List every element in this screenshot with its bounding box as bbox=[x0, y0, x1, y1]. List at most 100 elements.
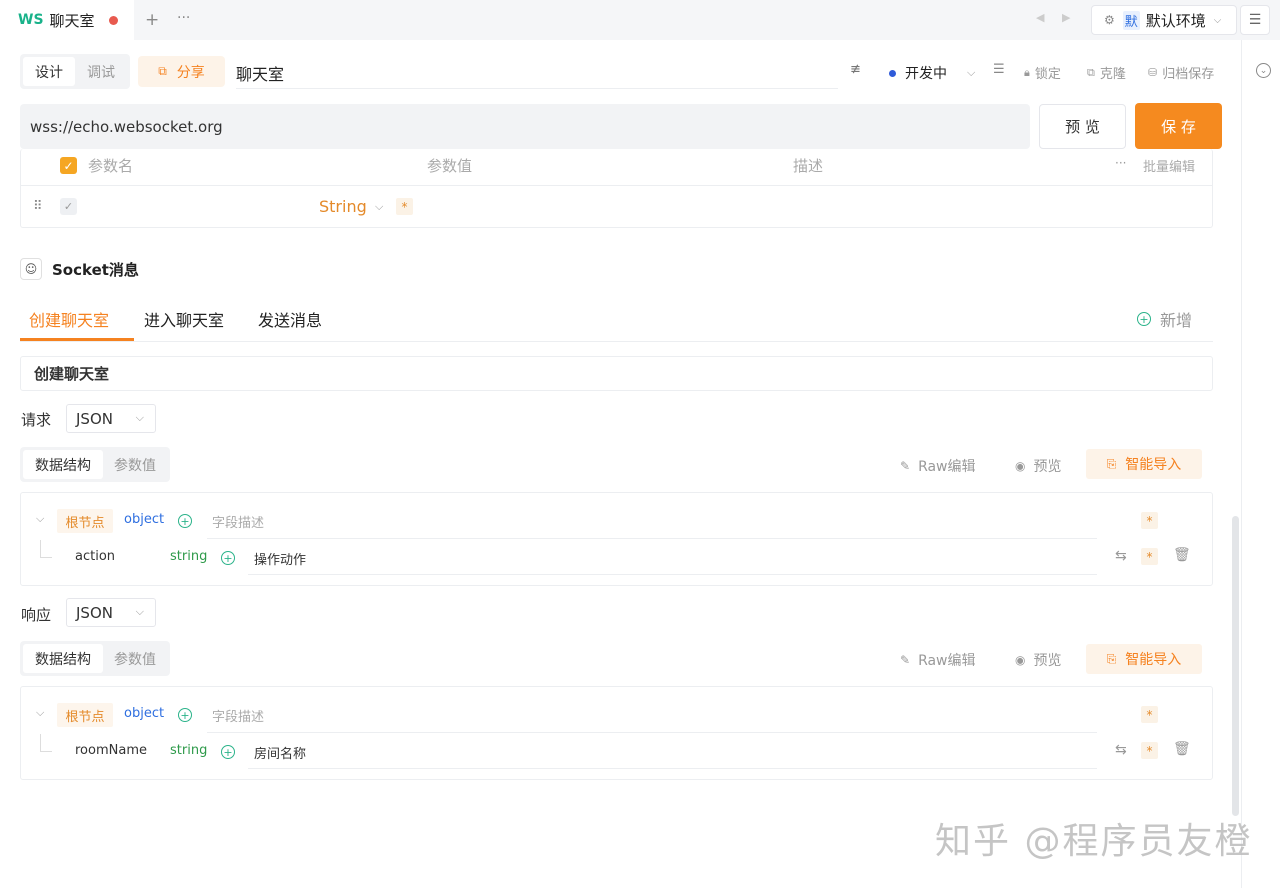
api-name[interactable]: 聊天室 bbox=[236, 61, 284, 85]
col-param-value: 参数值 bbox=[427, 157, 473, 175]
root-type[interactable]: object bbox=[124, 706, 164, 721]
field-desc[interactable]: 房间名称 bbox=[254, 743, 306, 762]
response-format-value: JSON bbox=[76, 603, 113, 622]
field-desc-underline bbox=[248, 574, 1097, 575]
tab-enter-room[interactable]: 进入聊天室 bbox=[144, 307, 224, 331]
tab-chatroom[interactable]: WS 聊天室 bbox=[0, 0, 134, 40]
batch-edit-button[interactable]: 批量编辑 bbox=[1143, 156, 1195, 175]
required-toggle[interactable]: * bbox=[396, 198, 413, 215]
request-raw-label: Raw编辑 bbox=[918, 459, 976, 475]
sidebar-toggle-icon[interactable]: ⌄ bbox=[1256, 63, 1271, 78]
share-icon: ⧉ bbox=[158, 64, 167, 78]
clone-icon: ⧉ bbox=[1087, 65, 1095, 79]
tree-connector bbox=[40, 540, 52, 558]
eye-icon: ◉ bbox=[1015, 653, 1026, 667]
add-tab-icon[interactable]: + bbox=[145, 10, 159, 30]
select-all-checkbox[interactable]: ✓ bbox=[60, 157, 77, 174]
tab-bar: WS 聊天室 + ··· ◀ ▶ ⚙ 默 默认环境 ⌵ ☰ bbox=[0, 0, 1280, 40]
required-toggle[interactable]: * bbox=[1141, 512, 1158, 529]
field-desc[interactable]: 操作动作 bbox=[254, 549, 306, 568]
tab-send-message[interactable]: 发送消息 bbox=[258, 307, 322, 331]
lock-label: 锁定 bbox=[1034, 67, 1061, 82]
message-name-input[interactable]: 创建聊天室 bbox=[20, 356, 1213, 391]
required-toggle[interactable]: * bbox=[1141, 742, 1158, 759]
response-format-select[interactable]: JSON ⌵ bbox=[66, 598, 156, 627]
drag-handle-icon[interactable]: ⠿ bbox=[33, 199, 43, 214]
clone-button[interactable]: ⧉ 克隆 bbox=[1087, 63, 1126, 83]
field-name[interactable]: roomName bbox=[75, 743, 147, 758]
delete-icon[interactable]: 🗑︎ bbox=[1173, 741, 1191, 757]
eye-icon: ◉ bbox=[1015, 459, 1026, 473]
field-name[interactable]: action bbox=[75, 549, 115, 564]
request-format-select[interactable]: JSON ⌵ bbox=[66, 404, 156, 433]
response-smart-import-button[interactable]: ⎘ 智能导入 bbox=[1086, 644, 1202, 674]
chevron-down-icon: ⌵ bbox=[1213, 14, 1222, 26]
clone-label: 克隆 bbox=[1099, 67, 1126, 82]
col-param-desc: 描述 bbox=[793, 157, 824, 175]
lock-icon: 🔒︎ bbox=[1024, 65, 1030, 79]
response-smart-label: 智能导入 bbox=[1125, 652, 1182, 668]
prev-tab-icon[interactable]: ◀ bbox=[1036, 11, 1044, 24]
import-icon: ⎘ bbox=[1106, 651, 1117, 666]
mode-debug[interactable]: 调试 bbox=[75, 57, 127, 86]
more-tabs-icon[interactable]: ··· bbox=[177, 10, 190, 26]
share-button[interactable]: ⧉ 分享 bbox=[138, 56, 225, 87]
mode-design[interactable]: 设计 bbox=[23, 57, 75, 86]
root-type[interactable]: object bbox=[124, 512, 164, 527]
swap-icon[interactable]: ⇆ bbox=[1115, 742, 1127, 758]
add-message-button[interactable]: + 新增 bbox=[1137, 307, 1192, 331]
tab-create-room[interactable]: 创建聊天室 bbox=[29, 307, 109, 331]
response-label: 响应 bbox=[21, 606, 52, 624]
request-smart-label: 智能导入 bbox=[1125, 457, 1182, 473]
field-type[interactable]: string bbox=[170, 743, 207, 758]
response-preview-label: 预览 bbox=[1033, 653, 1062, 669]
request-values-tab[interactable]: 参数值 bbox=[103, 450, 167, 479]
delete-icon[interactable]: 🗑︎ bbox=[1173, 547, 1191, 563]
chevron-down-icon: ⌵ bbox=[135, 605, 144, 618]
next-tab-icon[interactable]: ▶ bbox=[1062, 11, 1070, 24]
url-input[interactable]: wss://echo.websocket.org bbox=[20, 104, 1030, 149]
field-type[interactable]: string bbox=[170, 549, 207, 564]
request-raw-edit-button[interactable]: ✎ Raw编辑 bbox=[900, 456, 976, 476]
add-sibling-icon[interactable]: + bbox=[221, 745, 235, 759]
status-label: 开发中 bbox=[905, 66, 947, 82]
param-type[interactable]: String bbox=[319, 197, 367, 216]
scrollbar[interactable] bbox=[1232, 516, 1239, 816]
required-toggle[interactable]: * bbox=[1141, 706, 1158, 723]
response-raw-edit-button[interactable]: ✎ Raw编辑 bbox=[900, 650, 976, 670]
add-child-icon[interactable]: + bbox=[178, 708, 192, 722]
save-button[interactable]: 保 存 bbox=[1135, 103, 1222, 149]
request-smart-import-button[interactable]: ⎘ 智能导入 bbox=[1086, 449, 1202, 479]
row-checkbox[interactable]: ✓ bbox=[60, 198, 77, 215]
import-icon: ⎘ bbox=[1106, 456, 1117, 471]
collapse-icon[interactable]: ⌵ bbox=[36, 706, 44, 720]
edit-icon: ✎ bbox=[900, 459, 911, 473]
response-values-tab[interactable]: 参数值 bbox=[103, 644, 167, 673]
settings-icon: ⚙ bbox=[1104, 13, 1115, 27]
root-desc-input[interactable]: 字段描述 bbox=[212, 512, 264, 531]
response-preview-button[interactable]: ◉ 预览 bbox=[1015, 650, 1061, 670]
add-child-icon[interactable]: + bbox=[178, 514, 192, 528]
request-structure-tab[interactable]: 数据结构 bbox=[23, 450, 103, 479]
required-toggle[interactable]: * bbox=[1141, 548, 1158, 565]
lock-button[interactable]: 🔒︎ 锁定 bbox=[1024, 63, 1061, 83]
env-name: 默认环境 bbox=[1145, 11, 1206, 30]
request-preview-button[interactable]: ◉ 预览 bbox=[1015, 456, 1061, 476]
swap-icon[interactable]: ⇆ bbox=[1115, 548, 1127, 564]
menu-icon[interactable]: ☰ bbox=[1240, 5, 1270, 35]
more-icon[interactable]: ··· bbox=[1115, 156, 1126, 170]
params-header-divider bbox=[20, 185, 1213, 186]
preview-button[interactable]: 预 览 bbox=[1039, 104, 1126, 149]
collapse-icon[interactable]: ⌵ bbox=[36, 512, 44, 526]
archive-button[interactable]: ⛁ 归档保存 bbox=[1148, 63, 1214, 82]
response-structure-tab[interactable]: 数据结构 bbox=[23, 644, 103, 673]
status-selector[interactable]: 开发中 ⌵ bbox=[889, 63, 975, 83]
env-selector[interactable]: ⚙ 默 默认环境 ⌵ bbox=[1091, 5, 1237, 35]
chevron-down-icon: ⌵ bbox=[967, 66, 976, 79]
root-desc-input[interactable]: 字段描述 bbox=[212, 706, 264, 725]
format-icon[interactable]: ≢ bbox=[850, 62, 861, 77]
add-sibling-icon[interactable]: + bbox=[221, 551, 235, 565]
request-format-value: JSON bbox=[76, 409, 113, 428]
outline-icon[interactable]: ☰ bbox=[993, 62, 1005, 77]
root-desc-underline bbox=[207, 538, 1097, 539]
